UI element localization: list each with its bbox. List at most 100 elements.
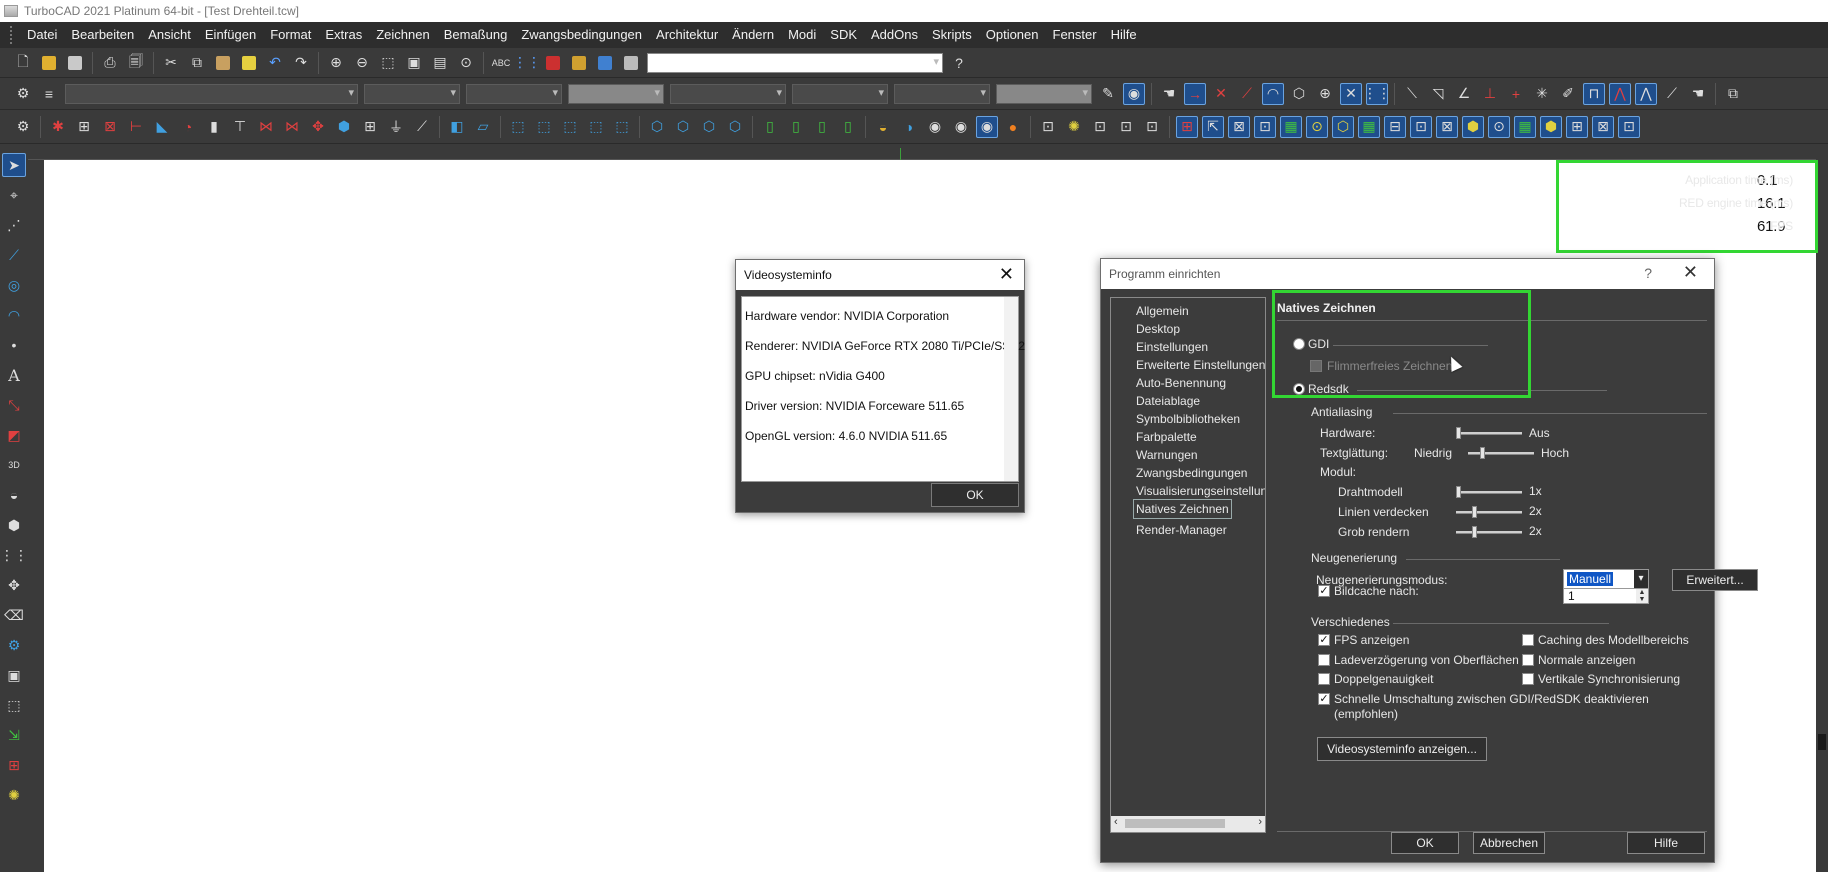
snap-vertex-icon[interactable]: ⬡ <box>1288 83 1310 105</box>
print-preview-icon[interactable]: 🗐 <box>125 52 147 74</box>
close-icon[interactable]: ✕ <box>1683 262 1698 283</box>
menu-zeichnen[interactable]: Zeichnen <box>369 22 436 48</box>
render-icon-1[interactable]: ◒ <box>872 116 894 138</box>
select-tool-icon-15[interactable]: ⬢ <box>1540 115 1562 138</box>
menu-modi[interactable]: Modi <box>781 22 823 48</box>
tree-item-einstellungen[interactable]: Einstellungen <box>1136 338 1265 356</box>
draw-icon-14[interactable]: ⏚ <box>385 116 407 138</box>
point-dot-icon[interactable]: • <box>2 333 26 357</box>
text-smoothing-slider[interactable] <box>1468 447 1534 459</box>
sketch-icon[interactable]: ⚙ <box>12 116 34 138</box>
move-icon[interactable]: ✥ <box>2 573 26 597</box>
circle-icon[interactable]: ◎ <box>2 273 26 297</box>
snap-compass-icon[interactable]: ⋀ <box>1635 82 1657 105</box>
insert-icon[interactable]: ⇲ <box>2 723 26 747</box>
menu-extras[interactable]: Extras <box>318 22 369 48</box>
light-icon[interactable]: ✺ <box>1063 116 1085 138</box>
snap-tangent-icon[interactable]: ⟍ <box>1401 83 1423 105</box>
tree-item-symbolbibliotheken[interactable]: Symbolbibliotheken <box>1136 410 1265 428</box>
render-icon-4[interactable]: ◉ <box>950 116 972 138</box>
draw-icon-10[interactable]: ⋈ <box>281 116 303 138</box>
load-delay-checkbox[interactable] <box>1318 654 1330 666</box>
pen-combo[interactable] <box>670 83 786 104</box>
zoom-in-icon[interactable]: ⊕ <box>325 52 347 74</box>
scroll-thumb[interactable] <box>1125 819 1225 828</box>
menu-architektur[interactable]: Architektur <box>649 22 725 48</box>
draw-icon-1[interactable]: ✱ <box>47 116 69 138</box>
open-file-icon[interactable] <box>38 52 60 74</box>
redo-icon[interactable]: ↷ <box>290 52 312 74</box>
block-icon[interactable]: ⊞ <box>2 753 26 777</box>
cube-icon-1[interactable]: ⬡ <box>646 116 668 138</box>
snap-angle-icon[interactable]: ∠ <box>1453 83 1475 105</box>
menu-einfuegen[interactable]: Einfügen <box>198 22 263 48</box>
gdi-radio[interactable] <box>1293 338 1305 350</box>
select-arrow-icon[interactable]: ➤ <box>2 153 26 177</box>
zoom-extents-icon[interactable]: ▣ <box>403 52 425 74</box>
video-ok-button[interactable]: OK <box>931 483 1019 507</box>
list-scrollbar[interactable] <box>1004 297 1018 481</box>
select-tool-icon-17[interactable]: ⊠ <box>1592 115 1614 138</box>
scroll-right-icon[interactable]: › <box>1258 816 1262 828</box>
draw-icon-12[interactable]: ⬢ <box>333 116 355 138</box>
view-icon-7[interactable]: ⬚ <box>611 116 633 138</box>
regen-mode-select[interactable]: Manuell ▾ <box>1563 569 1649 589</box>
green-view-icon-3[interactable]: ▯ <box>811 116 833 138</box>
draw-icon-7[interactable]: ▮ <box>203 116 225 138</box>
wireframe-slider[interactable] <box>1456 486 1522 498</box>
view-icon-6[interactable]: ⬚ <box>585 116 607 138</box>
spellcheck-icon[interactable]: ABC <box>490 52 512 74</box>
view-icon-2[interactable]: ▱ <box>472 116 494 138</box>
menu-ansicht[interactable]: Ansicht <box>141 22 198 48</box>
image-cache-checkbox[interactable]: ✓ <box>1318 585 1330 597</box>
brush-combo[interactable] <box>792 83 888 104</box>
render-icon-3[interactable]: ◉ <box>924 116 946 138</box>
menu-optionen[interactable]: Optionen <box>979 22 1046 48</box>
hardware-slider[interactable] <box>1456 427 1522 439</box>
view-icon-1[interactable]: ◧ <box>446 116 468 138</box>
snap-line-icon[interactable]: ⟋ <box>1661 83 1683 105</box>
draw-icon-8[interactable]: ⊤ <box>229 116 251 138</box>
view-icon-4[interactable]: ⬚ <box>533 116 555 138</box>
snap-cross-icon[interactable]: + <box>1505 83 1527 105</box>
menu-zwangsbedingungen[interactable]: Zwangsbedingungen <box>514 22 649 48</box>
hatch-icon[interactable]: ◩ <box>2 423 26 447</box>
camera-icon-3[interactable]: ⊡ <box>1115 116 1137 138</box>
close-icon[interactable]: ✕ <box>999 264 1014 285</box>
snap-magnet-icon[interactable]: ⊓ <box>1583 82 1605 105</box>
camera-icon-4[interactable]: ⊡ <box>1141 116 1163 138</box>
select-tool-icon-1[interactable]: ⊞ <box>1176 115 1198 138</box>
view-box-icon[interactable]: ▣ <box>2 663 26 687</box>
select-tool-icon-9[interactable]: ⊟ <box>1384 115 1406 138</box>
render-icon-2[interactable]: ◑ <box>898 116 920 138</box>
show-videoinfo-button[interactable]: Videosysteminfo anzeigen... <box>1317 737 1487 761</box>
draw-icon-2[interactable]: ⊞ <box>73 116 95 138</box>
draw-icon-4[interactable]: ⊢ <box>125 116 147 138</box>
model-cache-checkbox[interactable] <box>1522 634 1534 646</box>
render-mode-icon[interactable]: ◉ <box>1123 82 1145 105</box>
scroll-thumb[interactable] <box>1818 734 1826 750</box>
redsdk-radio[interactable] <box>1293 383 1305 395</box>
vsync-checkbox[interactable] <box>1522 673 1534 685</box>
layer-manager-icon[interactable]: ≡ <box>38 83 60 105</box>
green-view-icon-4[interactable]: ▯ <box>837 116 859 138</box>
layers-icon[interactable] <box>568 52 590 74</box>
snap-hand-icon[interactable]: ☚ <box>1158 83 1180 105</box>
help-icon[interactable]: ? <box>1644 265 1652 281</box>
camera-icon-2[interactable]: ⊡ <box>1089 116 1111 138</box>
dimension-icon[interactable]: ⤡ <box>2 393 26 417</box>
snap-draw-icon[interactable]: ✐ <box>1557 83 1579 105</box>
zoom-page-icon[interactable]: ▤ <box>429 52 451 74</box>
linetype-combo[interactable] <box>466 83 562 104</box>
tree-item-visualisierung[interactable]: Visualisierungseinstellun <box>1136 482 1265 500</box>
tree-item-zwangsbedingungen[interactable]: Zwangsbedingungen <box>1136 464 1265 482</box>
snap-align-icon[interactable]: ⋀ <box>1609 82 1631 105</box>
eraser-icon[interactable]: ⌫ <box>2 603 26 627</box>
solid-icon[interactable]: ⬢ <box>2 513 26 537</box>
view-icon-5[interactable]: ⬚ <box>559 116 581 138</box>
menu-bemassung[interactable]: Bemaßung <box>437 22 515 48</box>
grid-icon[interactable]: ⋮⋮ <box>513 52 541 74</box>
select-tool-icon-2[interactable]: ⇱ <box>1202 115 1224 138</box>
zoom-previous-icon[interactable]: ⊙ <box>455 52 477 74</box>
lineweight-combo[interactable] <box>568 83 664 104</box>
